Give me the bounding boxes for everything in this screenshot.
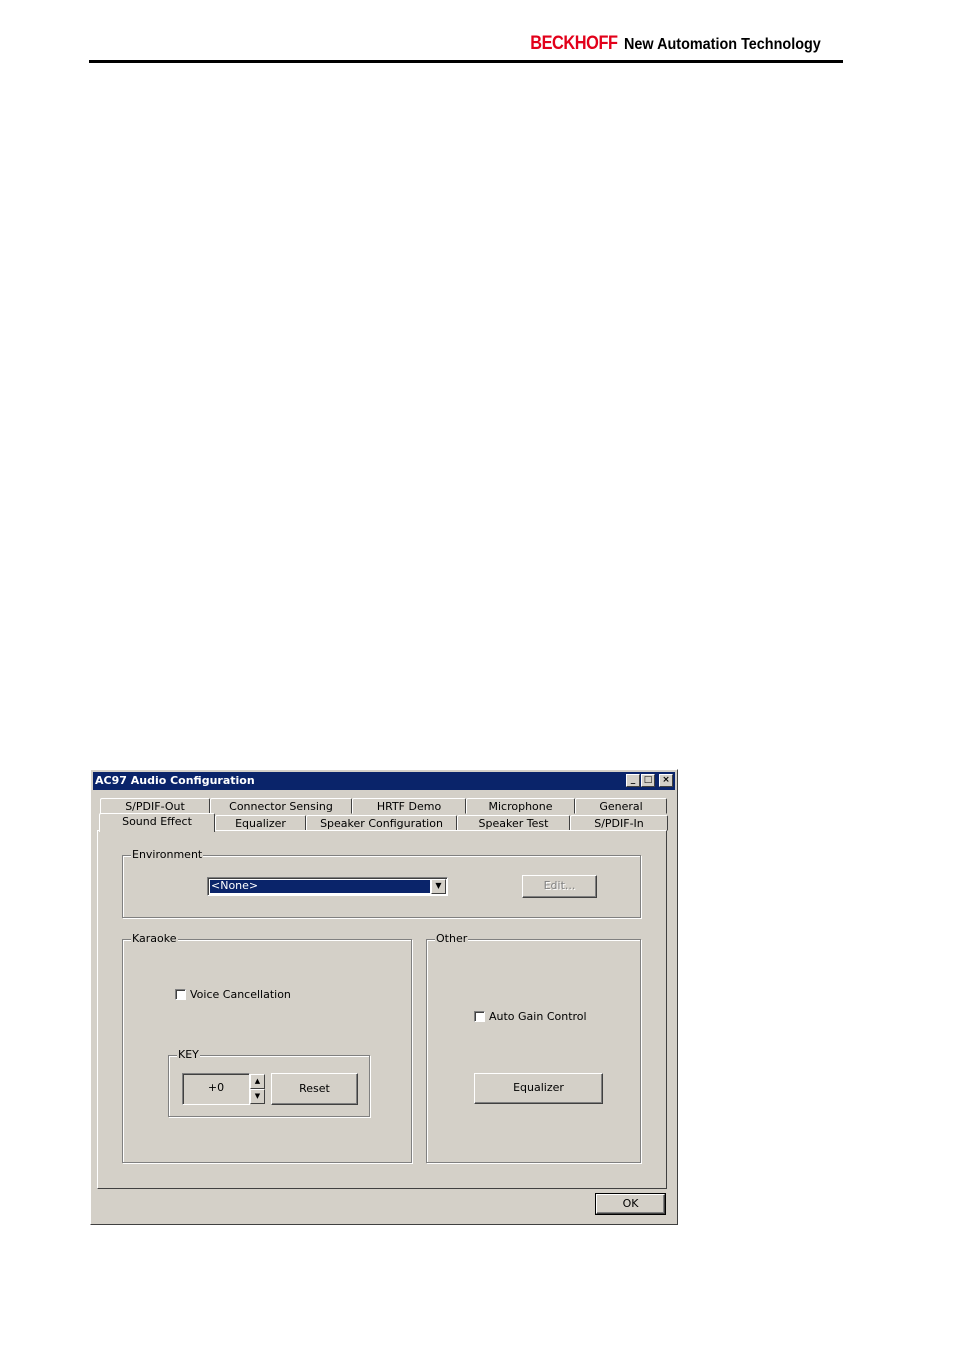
environment-group: Environment <None> ▼ Edit... [122,848,641,918]
tab-microphone[interactable]: Microphone [466,798,575,814]
title-bar[interactable]: AC97 Audio Configuration _ □ × [93,772,675,790]
karaoke-legend: Karaoke [131,932,178,946]
tab-sound-effect[interactable]: Sound Effect [99,813,215,832]
tab-hrtf-demo[interactable]: HRTF Demo [352,798,466,814]
brand-logo: BECKHOFF [530,33,619,54]
other-group: Other Auto Gain Control Equalizer [426,932,641,1163]
reset-button[interactable]: Reset [271,1073,358,1105]
sound-effect-panel: Environment <None> ▼ Edit... Karaoke Voi… [97,830,667,1189]
auto-gain-control-checkbox[interactable]: Auto Gain Control [474,1010,587,1023]
auto-gain-control-label: Auto Gain Control [489,1010,587,1023]
edit-button[interactable]: Edit... [522,875,597,898]
tab-general[interactable]: General [575,798,667,814]
karaoke-group: Karaoke Voice Cancellation KEY +0 ▲ ▼ Re… [122,932,412,1163]
window-title: AC97 Audio Configuration [95,774,255,787]
checkbox-box-icon[interactable] [474,1011,485,1022]
tab-speaker-configuration[interactable]: Speaker Configuration [306,815,457,831]
equalizer-button[interactable]: Equalizer [474,1073,603,1104]
key-legend: KEY [177,1048,200,1062]
spin-down-icon[interactable]: ▼ [250,1089,265,1104]
tab-connector-sensing[interactable]: Connector Sensing [210,798,352,814]
environment-legend: Environment [131,848,204,862]
tab-equalizer[interactable]: Equalizer [215,815,306,831]
chevron-down-icon[interactable]: ▼ [431,879,446,894]
audio-config-dialog: AC97 Audio Configuration _ □ × S/PDIF-Ou… [90,769,678,1225]
ok-button[interactable]: OK [595,1193,666,1215]
other-legend: Other [435,932,469,946]
environment-select[interactable]: <None> ▼ [207,877,448,896]
tab-spdif-in[interactable]: S/PDIF-In [570,815,668,831]
minimize-icon[interactable]: _ [626,774,640,787]
key-group: KEY +0 ▲ ▼ Reset [168,1048,370,1117]
tab-speaker-test[interactable]: Speaker Test [457,815,570,831]
key-value-field[interactable]: +0 [182,1073,250,1105]
brand-header: BECKHOFF New Automation Technology [516,33,843,55]
voice-cancellation-checkbox[interactable]: Voice Cancellation [175,988,291,1001]
close-icon[interactable]: × [659,774,673,787]
tab-spdif-out[interactable]: S/PDIF-Out [100,798,210,814]
spin-up-icon[interactable]: ▲ [250,1074,265,1089]
maximize-icon[interactable]: □ [641,774,655,787]
voice-cancellation-label: Voice Cancellation [190,988,291,1001]
environment-selected-value: <None> [210,880,430,893]
header-rule [89,60,843,63]
checkbox-box-icon[interactable] [175,989,186,1000]
brand-tagline: New Automation Technology [624,36,822,53]
